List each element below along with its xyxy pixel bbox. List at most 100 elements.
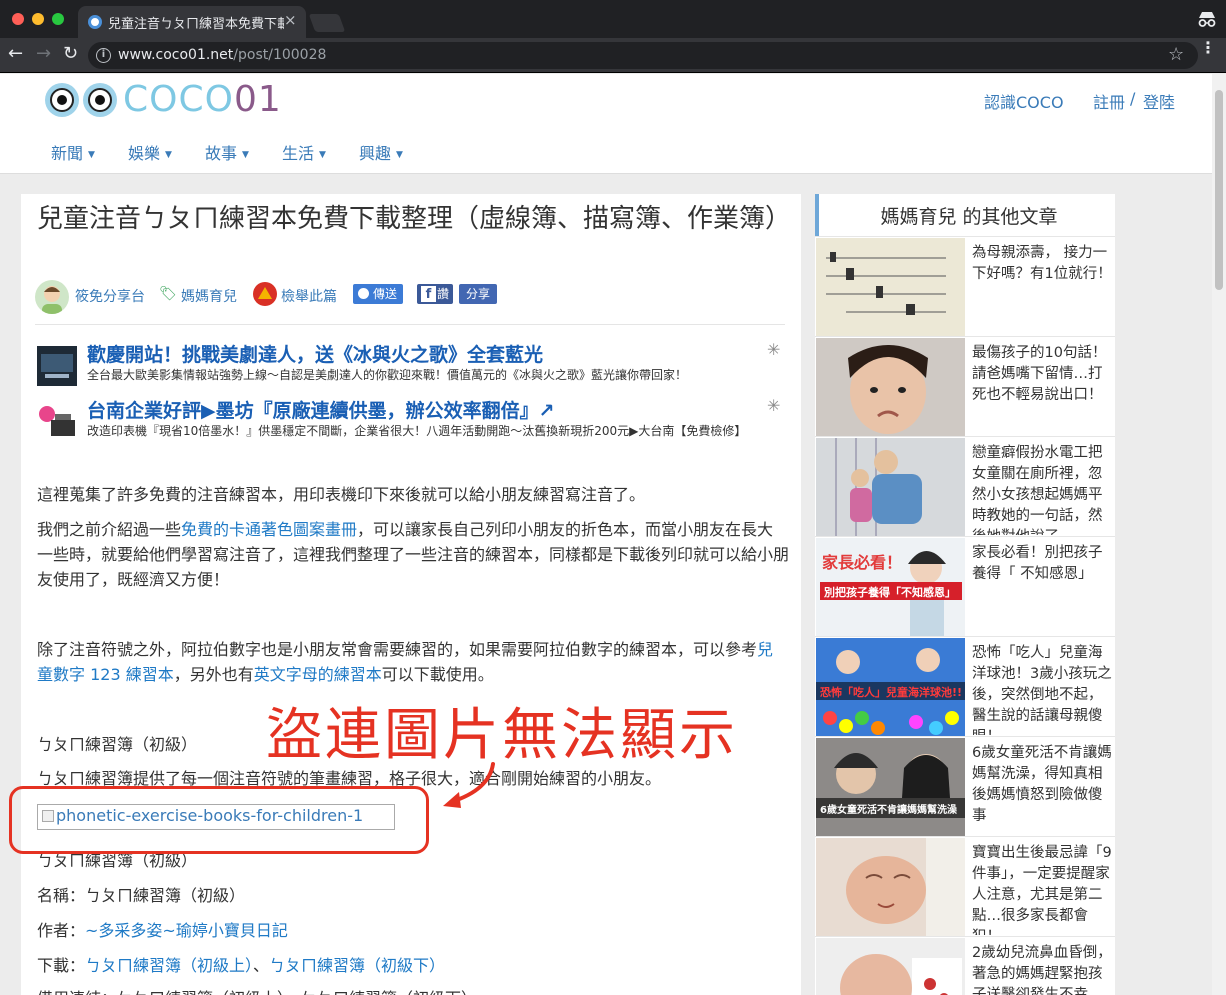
related-article-title[interactable]: 家長必看！別把孩子養得「 不知感恩」 [972,543,1112,635]
article-thumbnail: 家長必看！ 別把孩子養得「不知感恩」 [816,538,965,636]
thumb-caption: 恐怖「吃人」兒童海洋球池!! [820,685,962,699]
ad-description: 全台最大歐美影集情報站強勢上線～自認是美劇達人的你歡迎來戰！價值萬元的《冰與火之… [87,368,688,382]
author-avatar[interactable] [35,280,69,314]
related-article-title[interactable]: 恐怖「吃人」兒童海洋球池！3歲小孩玩之後，突然倒地不起，醫生說的話讓母親傻眼！ [972,643,1112,735]
maximize-window-button[interactable] [52,13,64,25]
article-thumbnail: 恐怖「吃人」兒童海洋球池!! [816,638,965,736]
related-article-title[interactable]: 6歲女童死活不肯讓媽媽幫洗澡，得知真相後媽媽憤怒到險做傻事 [972,743,1112,835]
download-line: 下載：ㄅㄆㄇ練習簿（初級上）、ㄅㄆㄇ練習簿（初級下） [37,956,446,975]
ad-choices-icon[interactable]: ✳ [767,396,780,415]
chevron-down-icon: ▼ [242,150,249,160]
logo-eye-right [83,83,117,117]
article-thumbnail [816,838,965,936]
nav-news[interactable]: 新聞 ▼ [51,140,95,164]
related-article[interactable]: 6歲女童死活不肯讓媽媽幫洗澡 6歲女童死活不肯讓媽媽幫洗澡，得知真相後媽媽憤怒到… [815,736,1115,836]
article: 兒童注音ㄅㄆㄇ練習本免費下載整理（虛線簿、描寫簿、作業簿） 筱免分享台 🏷 媽媽… [9,194,801,995]
warning-icon [253,282,277,306]
browser-tab-bar: 兒童注音ㄅㄆㄇ練習本免費下載 × [0,0,1226,38]
auth-separator: / [1130,89,1136,108]
sponsored-item[interactable]: 歡慶開站！挑戰美劇達人，送《冰與火之歌》全套藍光 全台最大歐美影集情報站強勢上線… [37,340,787,388]
nav-hobbies[interactable]: 興趣 ▼ [359,140,403,164]
related-article[interactable]: 最傷孩子的10句話！請爸媽嘴下留情…打死也不輕易說出口！ [815,336,1115,436]
related-article[interactable]: 為母親添壽， 接力一下好嗎？有1位就行！ [815,236,1115,336]
scrollbar-thumb[interactable] [1215,90,1223,290]
address-bar[interactable]: i www.coco01.net/post/100028 ☆ [88,42,1198,69]
related-article-title[interactable]: 戀童癖假扮水電工把女童關在廁所裡，忽然小女孩想起媽媽平時教她的一句話，然後她對他… [972,443,1112,535]
chevron-down-icon: ▼ [319,150,326,160]
ad-title[interactable]: 歡慶開站！挑戰美劇達人，送《冰與火之歌》全套藍光 [87,340,543,367]
new-tab-button[interactable] [308,14,346,32]
browser-tab[interactable]: 兒童注音ㄅㄆㄇ練習本免費下載 × [78,6,306,38]
related-article-title[interactable]: 寶寶出生後最忌諱「9件事」，一定要提醒家人注意，尤其是第二點…很多家長都會犯！ [972,843,1112,935]
login-link[interactable]: 登陸 [1143,89,1175,113]
back-button[interactable]: ← [8,43,23,64]
nav-stories[interactable]: 故事 ▼ [205,140,249,164]
report-link[interactable]: 檢舉此篇 [281,286,337,306]
ad-thumbnail [37,402,77,442]
article-title: 兒童注音ㄅㄆㄇ練習本免費下載整理（虛線簿、描寫簿、作業簿） [37,204,792,234]
related-article-title[interactable]: 最傷孩子的10句話！請爸媽嘴下留情…打死也不輕易說出口！ [972,343,1112,435]
article-thumbnail [816,238,965,336]
coloring-book-link[interactable]: 免費的卡通著色圖案畫冊 [181,520,357,539]
browser-menu-icon[interactable]: ⋮ [1200,40,1216,56]
incognito-icon [1198,12,1216,27]
minimize-window-button[interactable] [32,13,44,25]
facebook-like-button[interactable]: f讚 [417,284,453,304]
meta-divider [35,324,785,325]
logo-text: COCO01 [123,79,282,120]
tab-close-icon[interactable]: × [284,11,297,29]
messenger-send-button[interactable]: 傳送 [353,284,403,304]
paragraph: 這裡蒐集了許多免費的注音練習本，用印表機印下來後就可以給小朋友練習寫注音了。 [37,485,646,504]
article-thumbnail [816,438,965,536]
author-source-link[interactable]: ~多采多姿~瑜婷小寶貝日記 [85,921,288,940]
sidebar-header: 媽媽育兒 的其他文章 [815,194,1115,236]
close-window-button[interactable] [12,13,24,25]
site-info-icon[interactable]: i [96,48,111,63]
thumb-caption: 6歲女童死活不肯讓媽媽幫洗澡 [820,803,958,816]
facebook-share-button[interactable]: 分享 [459,284,497,304]
paragraph: 我們之前介紹過一些免費的卡通著色圖案畫冊，可以讓家長自己列印小朋友的折色本，而當… [37,520,790,589]
about-coco-link[interactable]: 認識COCO [984,89,1064,113]
article-meta: 筱免分享台 🏷 媽媽育兒 檢舉此篇 傳送 f讚 分享 [35,278,795,314]
ad-choices-icon[interactable]: ✳ [767,340,780,359]
alphabet-workbook-link[interactable]: 英文字母的練習本 [254,665,382,684]
paragraph: 除了注音符號之外，阿拉伯數字也是小朋友常會需要練習的，如果需要阿拉伯數字的練習本… [37,640,774,684]
sponsored-item[interactable]: 台南企業好評▶墨坊『原廠連續供墨，辦公效率翻倍』↗ 改造印表機『現省10倍墨水！… [37,396,787,456]
tab-title: 兒童注音ㄅㄆㄇ練習本免費下載 [108,17,284,32]
download-link-part1[interactable]: ㄅㄆㄇ練習簿（初級上） [85,956,253,975]
forward-button[interactable]: → [36,43,51,64]
sidebar-title: 媽媽育兒 的其他文章 [880,206,1058,228]
facebook-icon: f [421,286,436,302]
site-logo[interactable]: COCO01 [45,79,281,121]
nav-entertainment[interactable]: 娛樂 ▼ [128,140,172,164]
download-link-part2[interactable]: ㄅㄆㄇ練習簿（初級下） [269,956,445,975]
thumb-caption: 別把孩子養得「不知感恩」 [823,585,956,599]
related-article[interactable]: 2歲幼兒流鼻血昏倒，著急的媽媽趕緊抱孩子送醫卻發生不幸 [815,936,1115,995]
chevron-down-icon: ▼ [165,150,172,160]
related-article-title[interactable]: 為母親添壽， 接力一下好嗎？有1位就行！ [972,243,1112,335]
related-article[interactable]: 寶寶出生後最忌諱「9件事」，一定要提醒家人注意，尤其是第二點…很多家長都會犯！ [815,836,1115,936]
ad-description: 改造印表機『現省10倍墨水！』供墨穩定不間斷，企業省很大！八週年活動開跑～汰舊換… [87,424,747,438]
related-article[interactable]: 恐怖「吃人」兒童海洋球池!! 恐怖「吃人」兒童海洋球池！3歲小孩玩之後，突然倒地… [815,636,1115,736]
site-favicon-icon [88,15,102,29]
article-thumbnail [816,938,965,995]
register-link[interactable]: 註冊 [1093,89,1125,113]
bookmark-star-icon[interactable]: ☆ [1168,44,1184,65]
related-article-title[interactable]: 2歲幼兒流鼻血昏倒，著急的媽媽趕緊抱孩子送醫卻發生不幸 [972,943,1112,995]
author-line: 作者：~多采多姿~瑜婷小寶貝日記 [37,921,288,940]
thumb-caption: 家長必看！ [822,553,902,572]
nav-life[interactable]: 生活 ▼ [282,140,326,164]
ad-title[interactable]: 台南企業好評▶墨坊『原廠連續供墨，辦公效率翻倍』↗ [87,396,555,423]
reload-button[interactable]: ↻ [63,43,78,64]
site-header: COCO01 認識COCO 註冊 / 登陸 新聞 ▼ 娛樂 ▼ 故事 ▼ 生活 ▼ 興趣… [0,74,1226,174]
url-text: www.coco01.net/post/100028 [118,47,327,63]
author-link[interactable]: 筱免分享台 [75,286,145,306]
page-scrollbar[interactable] [1212,74,1226,995]
chevron-down-icon: ▼ [88,150,95,160]
category-link[interactable]: 媽媽育兒 [181,286,237,306]
chevron-down-icon: ▼ [396,150,403,160]
related-articles-sidebar: 媽媽育兒 的其他文章 為母親添壽， 接力一下好嗎？有1位就行！ 最傷孩子的10句… [815,194,1115,995]
logo-eye-left [45,83,79,117]
related-article[interactable]: 戀童癖假扮水電工把女童關在廁所裡，忽然小女孩想起媽媽平時教她的一句話，然後她對他… [815,436,1115,536]
related-article[interactable]: 家長必看！ 別把孩子養得「不知感恩」 家長必看！別把孩子養得「 不知感恩」 [815,536,1115,636]
